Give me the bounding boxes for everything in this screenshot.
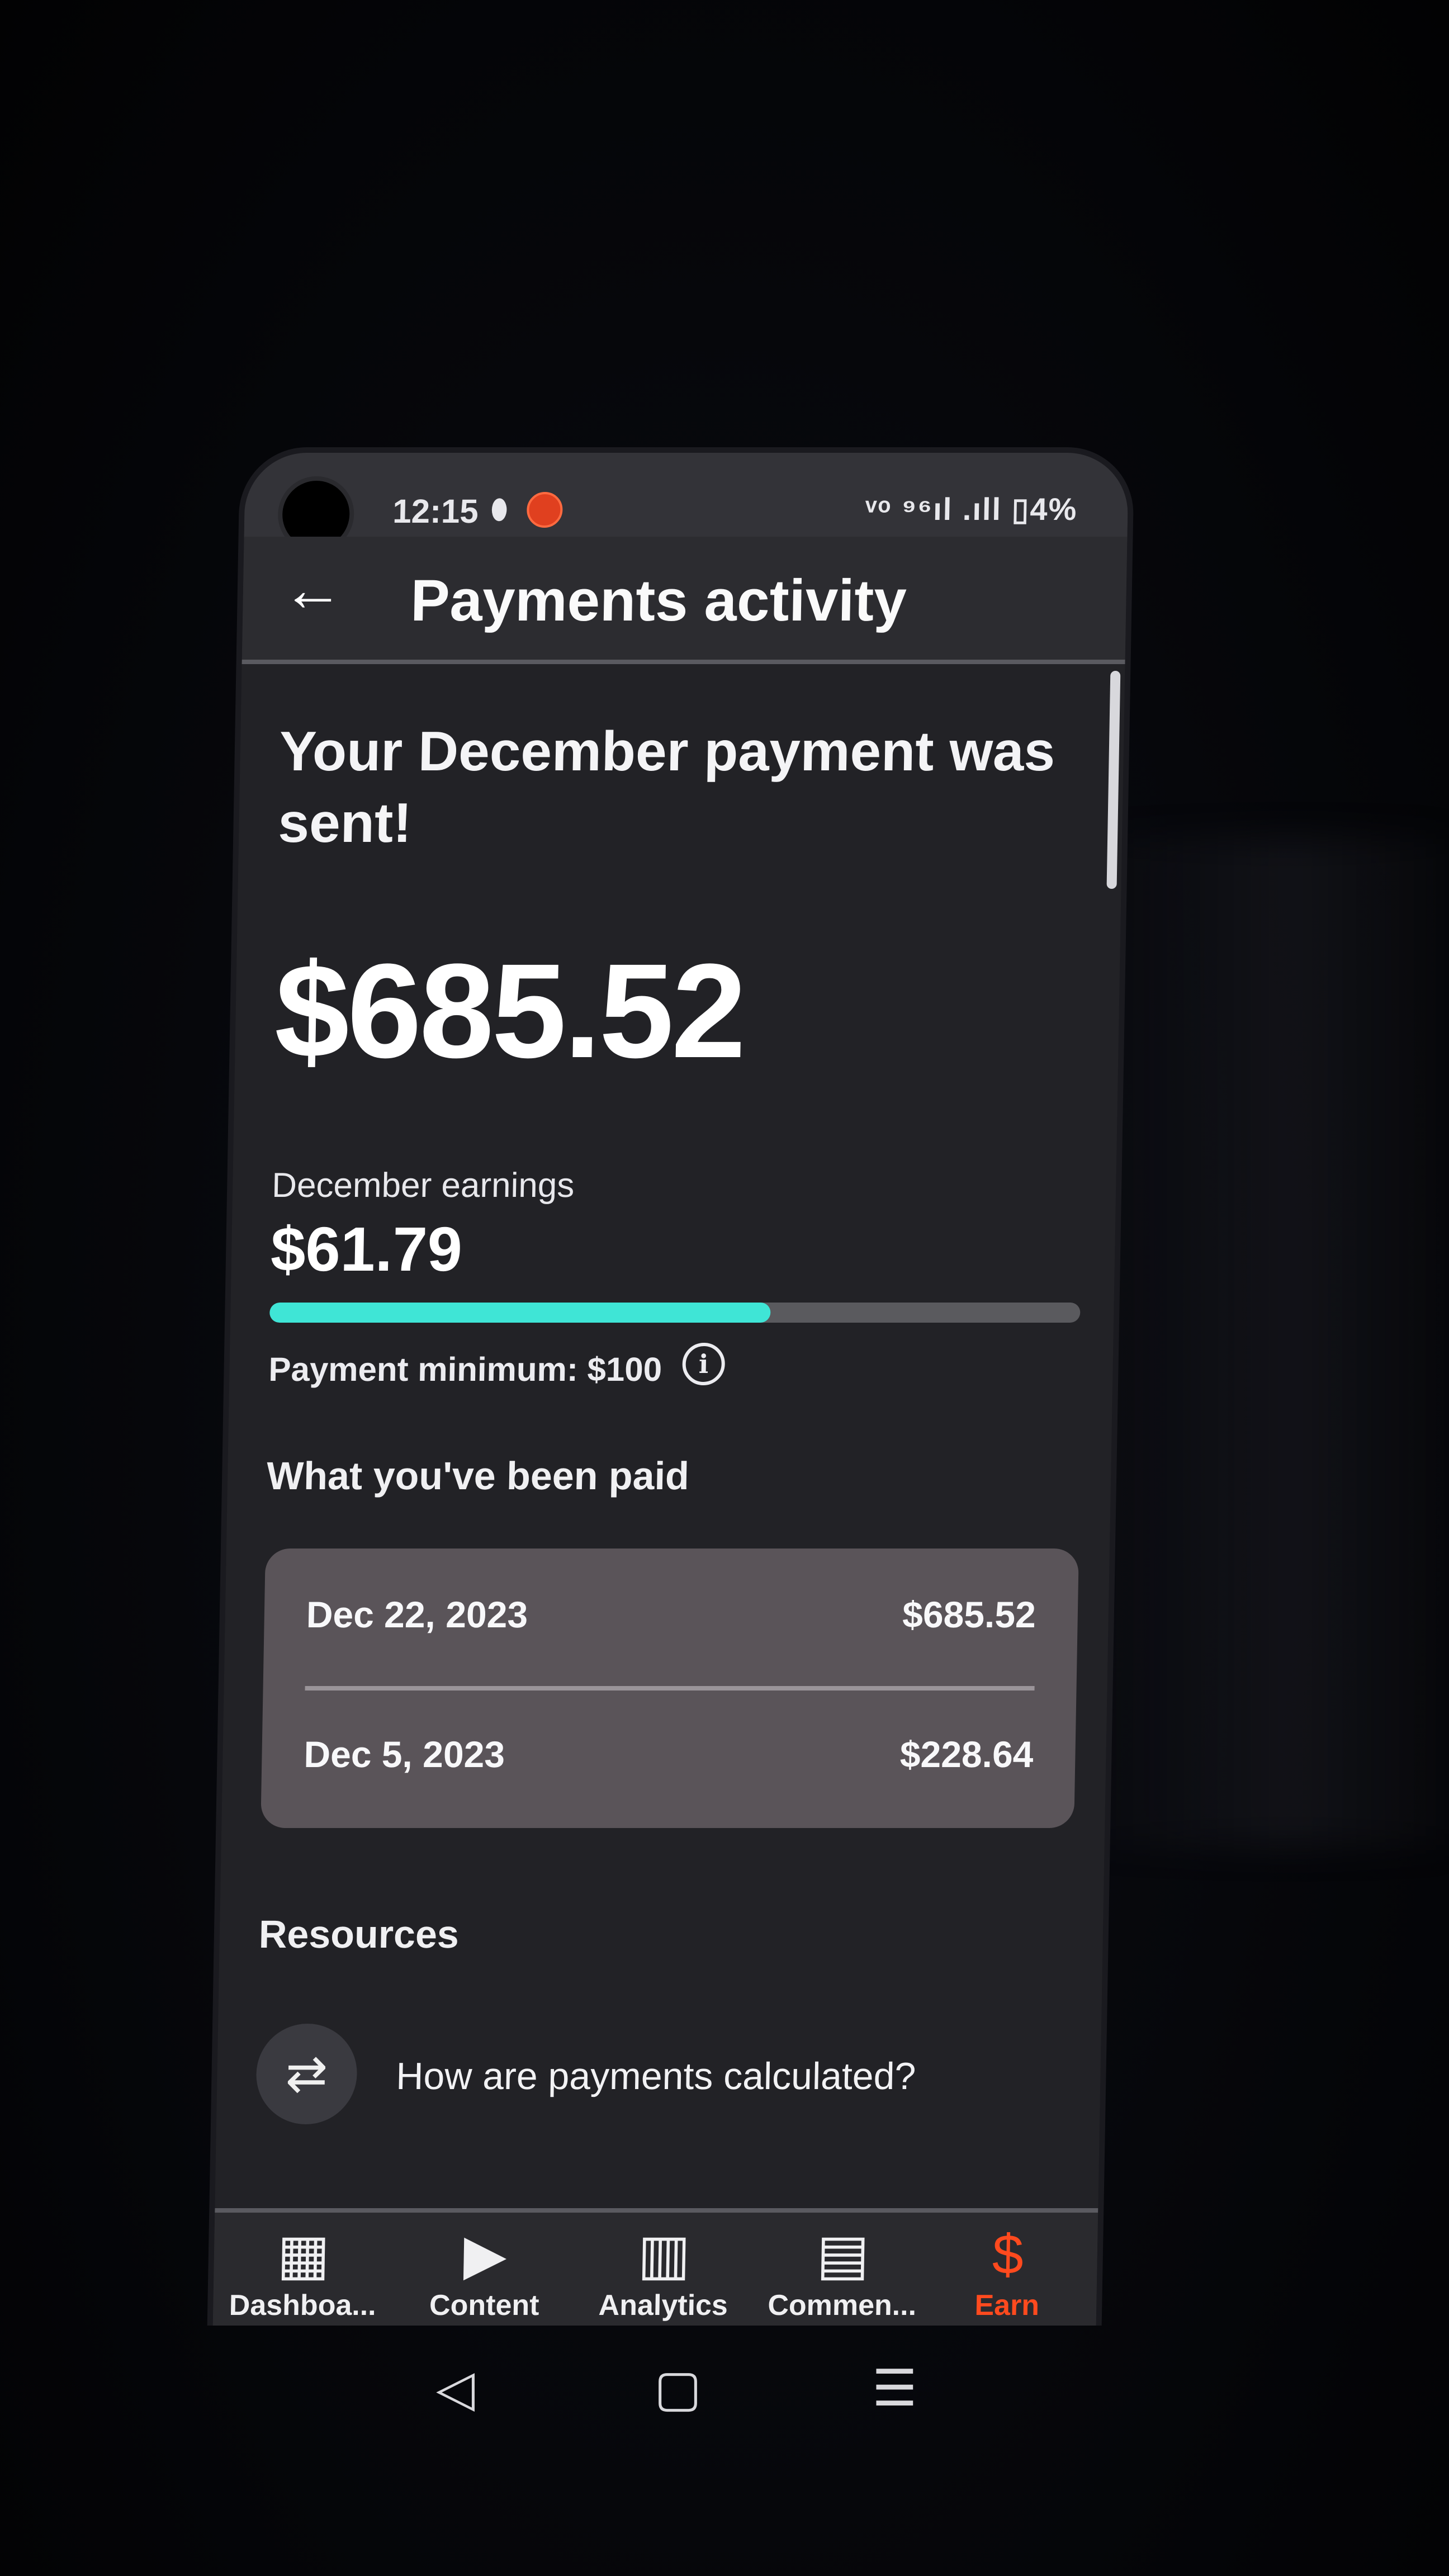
comments-icon: ▤ (816, 2223, 870, 2286)
page-title: Payments activity (410, 568, 907, 633)
analytics-icon: ▥ (637, 2223, 692, 2286)
nav-item-comments[interactable]: ▤ Commen... (758, 2223, 927, 2322)
resource-item-payments-calculated[interactable]: ⇄ How are payments calculated? (255, 2024, 1068, 2135)
phone-screen: 12:15 ⬮ ᵛᵒ ⁹⁶ıl .ıll ▯4% ← Payments acti… (212, 453, 1129, 2326)
earnings-progress-fill (269, 1303, 771, 1323)
back-arrow-icon[interactable]: ← (282, 555, 350, 626)
nav-label: Commen... (767, 2289, 917, 2322)
paid-row[interactable]: Dec 5, 2023 $228.64 (304, 1722, 1034, 1778)
paid-section-title: What you've been paid (266, 1454, 690, 1498)
nav-label: Dashboa... (229, 2289, 377, 2322)
paid-amount: $228.64 (899, 1734, 1034, 1775)
earnings-progress-bar (269, 1303, 1081, 1323)
payment-amount: $685.52 (273, 936, 746, 1086)
nav-item-dashboard[interactable]: ▦ Dashboa... (219, 2223, 388, 2322)
payment-minimum-label: Payment minimum: $100 (268, 1351, 662, 1388)
nav-label: Earn (974, 2289, 1040, 2322)
recents-icon[interactable]: ☰ (872, 2359, 917, 2418)
status-time: 12:15 (392, 493, 479, 530)
earnings-value: $61.79 (270, 1214, 463, 1284)
app-notification-icon (526, 492, 563, 528)
paid-date: Dec 22, 2023 (306, 1594, 528, 1635)
paid-row[interactable]: Dec 22, 2023 $685.52 (306, 1582, 1036, 1638)
resources-section-title: Resources (258, 1912, 460, 1956)
payments-icon: ⇄ (255, 2024, 358, 2124)
earn-icon: $ (992, 2223, 1024, 2286)
location-pin-icon: ⬮ (490, 494, 509, 525)
app-header: ← Payments activity (242, 537, 1128, 664)
phone-frame: 12:15 ⬮ ᵛᵒ ⁹⁶ıl .ıll ▯4% ← Payments acti… (207, 447, 1135, 2326)
info-icon[interactable]: i (682, 1343, 726, 1385)
status-bar: 12:15 ⬮ ᵛᵒ ⁹⁶ıl .ıll ▯4% (244, 453, 1129, 552)
paid-history-card: Dec 22, 2023 $685.52 Dec 5, 2023 $228.64 (261, 1549, 1079, 1828)
system-navigation-bar: ◁ ▢ ☰ (224, 2326, 1118, 2437)
back-triangle-icon[interactable]: ◁ (436, 2359, 475, 2418)
paid-date: Dec 5, 2023 (303, 1734, 505, 1775)
nav-item-analytics[interactable]: ▥ Analytics (579, 2223, 749, 2322)
scrollbar[interactable] (1106, 671, 1121, 889)
divider (305, 1686, 1035, 1690)
nav-item-content[interactable]: ▶ Content (400, 2223, 570, 2322)
content-icon: ▶ (463, 2223, 508, 2286)
payment-headline: Your December payment was sent! (277, 720, 1056, 854)
status-indicators: ᵛᵒ ⁹⁶ıl .ıll ▯4% (865, 491, 1078, 527)
bottom-navigation: ▦ Dashboa... ▶ Content ▥ Analytics ▤ Com… (212, 2208, 1098, 2326)
nav-label: Content (429, 2289, 540, 2322)
paid-amount: $685.52 (902, 1594, 1036, 1635)
nav-label: Analytics (598, 2289, 728, 2322)
dashboard-icon: ▦ (276, 2223, 331, 2286)
nav-item-earn[interactable]: $ Earn (923, 2223, 1092, 2322)
earnings-label: December earnings (271, 1166, 575, 1205)
home-icon[interactable]: ▢ (654, 2359, 702, 2418)
resource-label: How are payments calculated? (395, 2055, 916, 2097)
